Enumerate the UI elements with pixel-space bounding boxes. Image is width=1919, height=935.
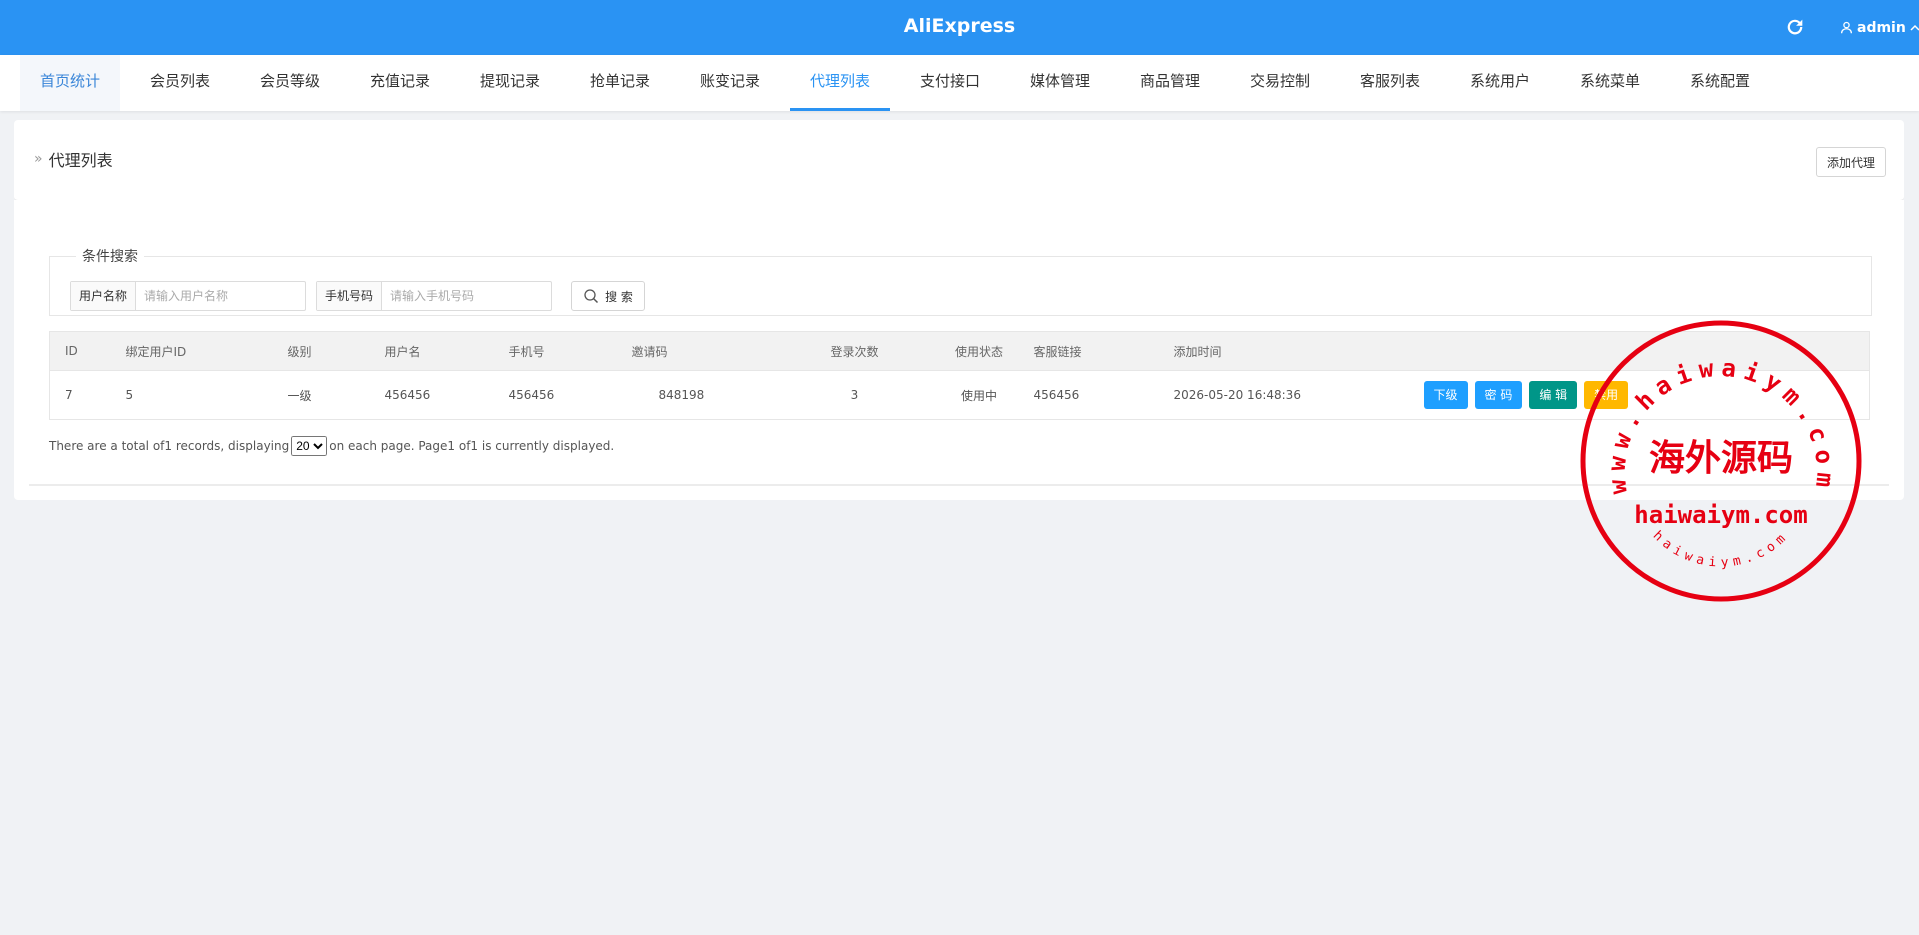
search-legend: 条件搜索 xyxy=(82,249,138,265)
tab-agent-list[interactable]: 代理列表 xyxy=(790,55,890,111)
column-header: 绑定用户ID xyxy=(125,331,288,371)
tab-balance-records[interactable]: 账变记录 xyxy=(680,55,780,111)
content-inner: 条件搜索 用户名称 手机号码 搜 索 xyxy=(29,214,1889,486)
tab-order-grab-records[interactable]: 抢单记录 xyxy=(570,55,670,111)
tab-product-management[interactable]: 商品管理 xyxy=(1120,55,1220,111)
add-agent-button[interactable]: 添加代理 xyxy=(1816,147,1886,177)
user-name: admin xyxy=(1857,19,1906,36)
svg-text:haiwaiym.com: haiwaiym.com xyxy=(1650,528,1793,570)
disable-button[interactable]: 禁用 xyxy=(1584,381,1629,409)
page-header-card: » 代理列表 添加代理 xyxy=(14,120,1904,201)
username-input[interactable] xyxy=(136,282,302,310)
tab-system-menu[interactable]: 系统菜单 xyxy=(1560,55,1660,111)
column-header: 用户名 xyxy=(384,331,509,371)
column-header: 客服链接 xyxy=(1033,331,1174,371)
cell-level: 一级 xyxy=(287,370,385,420)
page-size-select[interactable]: 20 xyxy=(291,436,328,456)
search-icon xyxy=(584,289,599,304)
refresh-icon[interactable] xyxy=(1784,16,1806,38)
pagination-info: There are a total of1 records, displayin… xyxy=(49,436,614,456)
cell-id: 7 xyxy=(49,370,126,420)
chevron-up-icon xyxy=(1910,24,1919,31)
brand-title: AliExpress xyxy=(903,15,1016,37)
edit-button[interactable]: 编 辑 xyxy=(1529,381,1578,409)
tab-member-level[interactable]: 会员等级 xyxy=(240,55,340,111)
phone-label: 手机号码 xyxy=(317,282,382,310)
tab-service-list[interactable]: 客服列表 xyxy=(1340,55,1440,111)
cell-actions: 下级密 码编 辑禁用 xyxy=(1423,370,1870,420)
cell-invite-code: 848198 xyxy=(631,370,785,420)
page-title: 代理列表 xyxy=(48,151,113,170)
search-button[interactable]: 搜 索 xyxy=(571,281,645,311)
search-button-label: 搜 索 xyxy=(605,289,633,304)
cell-status: 使用中 xyxy=(924,370,1034,420)
pager-prefix: There are a total of1 records, displayin… xyxy=(49,439,290,453)
cell-added-time: 2026-05-20 16:48:36 xyxy=(1173,370,1424,420)
tab-recharge-records[interactable]: 充值记录 xyxy=(350,55,450,111)
breadcrumb: » 代理列表 xyxy=(34,147,113,171)
cell-username: 456456 xyxy=(384,370,509,420)
user-menu[interactable]: admin xyxy=(1840,0,1919,55)
column-header: 登录次数 xyxy=(784,331,925,371)
column-header: 添加时间 xyxy=(1173,331,1424,371)
column-header: ID xyxy=(49,331,126,371)
pager-suffix: on each page. Page1 of1 is currently dis… xyxy=(329,439,615,453)
cell-login-count: 3 xyxy=(784,370,925,420)
content-card: 条件搜索 用户名称 手机号码 搜 索 xyxy=(14,200,1904,500)
agent-table: ID 绑定用户ID 级别 用户名 手机号 邀请码 登录次数 使用状态 客服链接 … xyxy=(49,331,1870,420)
phone-field: 手机号码 xyxy=(316,281,552,311)
column-header: 级别 xyxy=(287,331,385,371)
table-header-row: ID 绑定用户ID 级别 用户名 手机号 邀请码 登录次数 使用状态 客服链接 … xyxy=(49,331,1870,371)
top-bar: AliExpress admin xyxy=(0,0,1919,55)
column-header: 手机号 xyxy=(508,331,632,371)
search-panel: 条件搜索 用户名称 手机号码 搜 索 xyxy=(49,246,1872,316)
column-header-actions xyxy=(1423,331,1870,371)
tab-trade-control[interactable]: 交易控制 xyxy=(1230,55,1330,111)
tab-withdraw-records[interactable]: 提现记录 xyxy=(460,55,560,111)
user-icon xyxy=(1840,21,1853,34)
cell-service-link: 456456 xyxy=(1033,370,1174,420)
tab-system-config[interactable]: 系统配置 xyxy=(1670,55,1770,111)
watermark-bottom-text: haiwaiym.com xyxy=(1650,528,1788,570)
tab-member-list[interactable]: 会员列表 xyxy=(130,55,230,111)
subordinate-button[interactable]: 下级 xyxy=(1423,381,1468,409)
tab-dashboard[interactable]: 首页统计 xyxy=(20,55,120,111)
phone-input[interactable] xyxy=(382,282,548,310)
watermark-middle-text: haiwaiym.com xyxy=(1634,501,1807,529)
double-chevron-icon: » xyxy=(34,151,43,167)
table-row: 7 5 一级 456456 456456 848198 3 使用中 456456… xyxy=(49,370,1870,420)
cell-bind-user-id: 5 xyxy=(125,370,288,420)
main-nav: 首页统计 会员列表 会员等级 充值记录 提现记录 抢单记录 账变记录 代理列表 … xyxy=(0,55,1919,111)
username-label: 用户名称 xyxy=(71,282,136,310)
cell-phone: 456456 xyxy=(508,370,632,420)
username-field: 用户名称 xyxy=(70,281,306,311)
tab-system-users[interactable]: 系统用户 xyxy=(1450,55,1550,111)
column-header: 使用状态 xyxy=(924,331,1034,371)
tab-payment-interface[interactable]: 支付接口 xyxy=(900,55,1000,111)
column-header: 邀请码 xyxy=(631,331,785,371)
tab-media-management[interactable]: 媒体管理 xyxy=(1010,55,1110,111)
password-button[interactable]: 密 码 xyxy=(1474,381,1523,409)
